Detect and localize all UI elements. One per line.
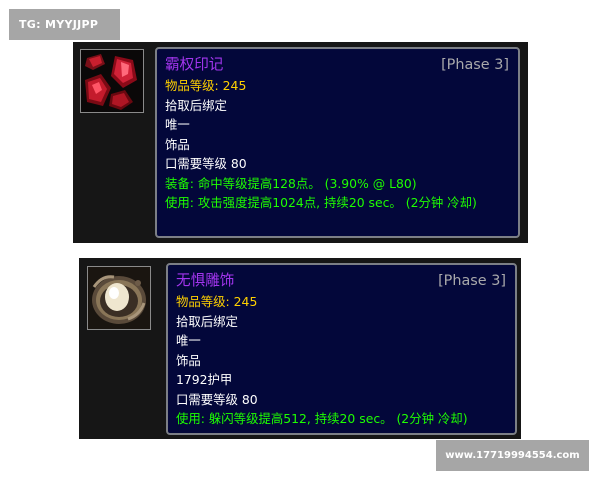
item-name: 无惧雕饰 xyxy=(176,272,235,289)
item-card-mark-of-supremacy: 霸权印记 [Phase 3] 物品等级: 245 拾取后绑定 唯一 饰品 口需要… xyxy=(73,42,528,243)
watermark-bottom-right: www.17719994554.com xyxy=(436,440,589,471)
required-level: 口需要等级 80 xyxy=(165,156,247,171)
equip-effect: 装备: 命中等级提高128点。 (3.90% @ L80) xyxy=(165,175,417,191)
unique-text: 唯一 xyxy=(176,333,201,348)
item-tooltip: 霸权印记 [Phase 3] 物品等级: 245 拾取后绑定 唯一 饰品 口需要… xyxy=(155,47,520,238)
watermark-top-left: TG: MYYJJPP xyxy=(9,9,120,40)
armor-text: 1792护甲 xyxy=(176,372,233,387)
binding-text: 拾取后绑定 xyxy=(165,97,227,113)
required-level: 口需要等级 80 xyxy=(176,391,258,407)
use-effect: 使用: 躲闪等级提高512, 持续20 sec。 (2分钟 冷却) xyxy=(176,411,468,426)
screenshot-canvas: TG: MYYJJPP 霸权印记 [Phase 3] 物品等级: 245 拾取后… xyxy=(0,0,600,480)
use-effect: 使用: 攻击强度提高1024点, 持续20 sec。 (2分钟 冷却) xyxy=(165,195,477,210)
phase-tag: [Phase 3] xyxy=(438,273,506,289)
slot-text: 饰品 xyxy=(165,136,190,152)
slot-text: 饰品 xyxy=(176,352,201,368)
red-gems-icon[interactable] xyxy=(80,49,144,113)
fearless-trinket-icon[interactable] xyxy=(87,266,151,330)
binding-text: 拾取后绑定 xyxy=(176,313,238,329)
item-name: 霸权印记 xyxy=(165,56,224,73)
item-tooltip: 无惧雕饰 [Phase 3] 物品等级: 245 拾取后绑定 唯一 饰品 179… xyxy=(166,263,517,435)
phase-tag: [Phase 3] xyxy=(441,57,509,73)
unique-text: 唯一 xyxy=(165,117,190,132)
item-level: 物品等级: 245 xyxy=(176,294,258,309)
item-level: 物品等级: 245 xyxy=(165,78,247,93)
item-card-fearless-carving: 无惧雕饰 [Phase 3] 物品等级: 245 拾取后绑定 唯一 饰品 179… xyxy=(79,258,521,439)
